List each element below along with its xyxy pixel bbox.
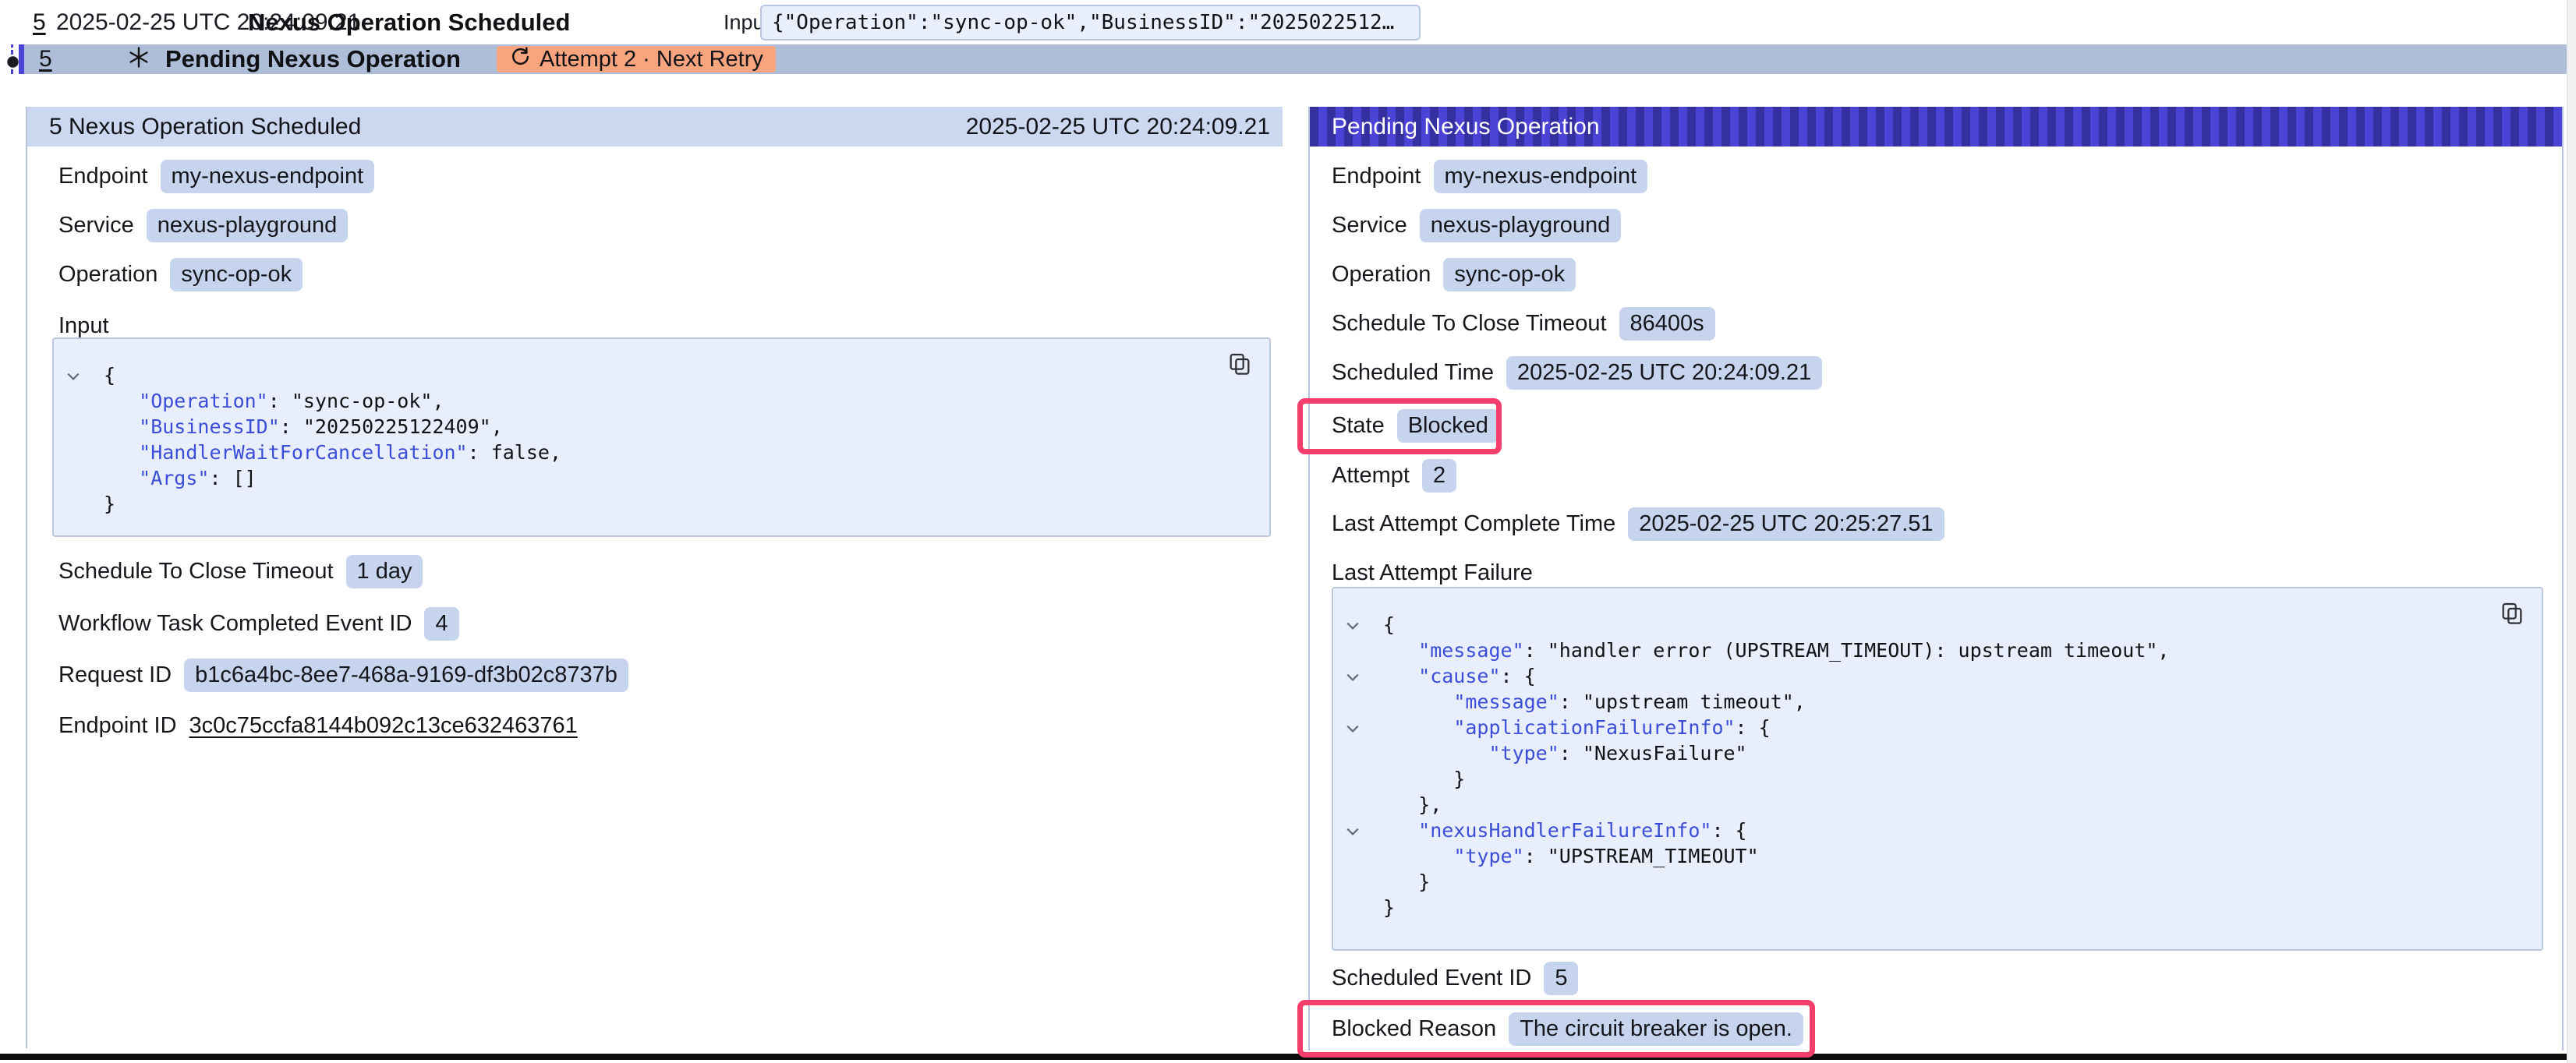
event-id-link[interactable]: 5 xyxy=(39,46,52,72)
state-value-badge: Blocked xyxy=(1397,409,1499,443)
field-schedule-to-close-timeout: Schedule To Close Timeout 86400s xyxy=(1332,305,1715,341)
field-scheduled-event-id: Scheduled Event ID 5 xyxy=(1332,960,1578,996)
field-label: Operation xyxy=(58,262,157,288)
field-label: Service xyxy=(58,213,134,238)
field-blocked-reason: Blocked Reason The circuit breaker is op… xyxy=(1332,1011,1803,1047)
viewport-bottom-border xyxy=(0,1054,2576,1060)
field-value-badge: 4 xyxy=(424,607,458,641)
field-request-id: Request ID b1c6a4bc-8ee7-468a-9169-df3b0… xyxy=(58,657,628,693)
retry-icon xyxy=(509,46,530,73)
collapse-chevron-icon[interactable] xyxy=(66,371,80,380)
attempt-retry-label: Attempt 2 · Next Retry xyxy=(540,47,763,72)
timeline-dashed-connector xyxy=(11,69,13,74)
field-label: Last Attempt Failure xyxy=(1332,560,1533,586)
event-row-pending-nexus-operation[interactable]: 5 Pending Nexus Operation Attempt 2 · Ne… xyxy=(24,44,2567,74)
field-service: Service nexus-playground xyxy=(1332,207,1621,243)
field-value-badge: 2 xyxy=(1422,459,1456,493)
field-value-badge: nexus-playground xyxy=(147,209,349,242)
field-workflow-task-completed-event-id: Workflow Task Completed Event ID 4 xyxy=(58,606,459,641)
scheduled-event-detail-panel: 5 Nexus Operation Scheduled 2025-02-25 U… xyxy=(26,107,1283,1048)
field-operation: Operation sync-op-ok xyxy=(58,256,303,292)
field-label: Last Attempt Complete Time xyxy=(1332,511,1615,537)
collapse-chevron-icon[interactable] xyxy=(1346,620,1360,630)
endpoint-id-link[interactable]: 3c0c75ccfa8144b092c13ce632463761 xyxy=(189,713,578,739)
field-value-badge: 2025-02-25 UTC 20:24:09.21 xyxy=(1506,356,1822,390)
failure-json-code-block: { "message": "handler error (UPSTREAM_TI… xyxy=(1332,587,2543,951)
event-row-nexus-operation-scheduled[interactable]: 5 2025-02-25 UTC 20:24:09.21 Nexus Opera… xyxy=(0,0,2576,44)
field-label: Endpoint xyxy=(58,164,148,189)
pending-panel-header: Pending Nexus Operation xyxy=(1310,107,2562,147)
field-value-badge: b1c6a4bc-8ee7-468a-9169-df3b02c8737b xyxy=(184,659,628,692)
field-attempt: Attempt 2 xyxy=(1332,457,1456,493)
field-label: Endpoint xyxy=(1332,164,1421,189)
scheduled-panel-time: 2025-02-25 UTC 20:24:09.21 xyxy=(966,114,1270,140)
json-text: { "message": "handler error (UPSTREAM_TI… xyxy=(1333,588,2542,936)
field-endpoint: Endpoint my-nexus-endpoint xyxy=(1332,158,1647,194)
field-last-attempt-failure-label: Last Attempt Failure xyxy=(1332,555,1533,591)
scheduled-panel-title: 5 Nexus Operation Scheduled xyxy=(49,114,361,140)
collapse-chevron-icon[interactable] xyxy=(1346,723,1360,733)
event-id-link[interactable]: 5 xyxy=(33,9,46,36)
page-scrollbar[interactable] xyxy=(2567,0,2576,1063)
blocked-reason-value-badge: The circuit breaker is open. xyxy=(1509,1012,1803,1046)
field-label: Attempt xyxy=(1332,463,1410,489)
json-text: { "Operation": "sync-op-ok", "BusinessID… xyxy=(54,339,1269,532)
field-value-badge: 5 xyxy=(1544,962,1578,995)
field-last-attempt-complete-time: Last Attempt Complete Time 2025-02-25 UT… xyxy=(1332,506,1944,542)
temporal-event-history-screen: 5 2025-02-25 UTC 20:24:09.21 Nexus Opera… xyxy=(0,0,2576,1063)
field-label: Service xyxy=(1332,213,1407,238)
field-state: State Blocked xyxy=(1332,408,1499,443)
field-label: Scheduled Time xyxy=(1332,360,1494,386)
field-value-badge: nexus-playground xyxy=(1420,209,1622,242)
field-label: Endpoint ID xyxy=(58,713,177,739)
scheduled-panel-header: 5 Nexus Operation Scheduled 2025-02-25 U… xyxy=(27,107,1283,147)
field-label: Scheduled Event ID xyxy=(1332,966,1531,991)
field-value-badge: my-nexus-endpoint xyxy=(161,160,375,193)
field-label: Operation xyxy=(1332,262,1431,288)
copy-button[interactable] xyxy=(2500,601,2525,626)
field-value-badge: 1 day xyxy=(346,555,423,588)
collapse-chevron-icon[interactable] xyxy=(1346,826,1360,835)
pending-panel-title: Pending Nexus Operation xyxy=(1332,114,1600,140)
field-scheduled-time: Scheduled Time 2025-02-25 UTC 20:24:09.2… xyxy=(1332,355,1822,390)
field-endpoint-id: Endpoint ID 3c0c75ccfa8144b092c13ce63246… xyxy=(58,708,578,743)
field-value-badge: sync-op-ok xyxy=(170,258,303,291)
field-label: State xyxy=(1332,413,1385,439)
field-service: Service nexus-playground xyxy=(58,207,348,243)
field-schedule-to-close-timeout: Schedule To Close Timeout 1 day xyxy=(58,553,423,589)
copy-button[interactable] xyxy=(1227,351,1252,376)
collapse-chevron-icon[interactable] xyxy=(1346,672,1360,681)
pending-operation-title: Pending Nexus Operation xyxy=(165,45,461,73)
field-label: Request ID xyxy=(58,662,172,688)
field-label: Input xyxy=(58,313,109,339)
event-title: Nexus Operation Scheduled xyxy=(248,9,570,37)
field-value-badge: 86400s xyxy=(1619,307,1715,341)
input-preview-chip[interactable]: {"Operation":"sync-op-ok","BusinessID":"… xyxy=(760,5,1421,41)
field-label: Workflow Task Completed Event ID xyxy=(58,611,412,637)
field-label: Blocked Reason xyxy=(1332,1016,1496,1042)
field-operation: Operation sync-op-ok xyxy=(1332,256,1576,292)
field-value-badge: sync-op-ok xyxy=(1443,258,1576,291)
field-label: Schedule To Close Timeout xyxy=(1332,311,1607,337)
field-label: Schedule To Close Timeout xyxy=(58,559,334,584)
pending-operation-detail-panel: Pending Nexus Operation Endpoint my-nexu… xyxy=(1308,107,2564,1051)
input-json-code-block: { "Operation": "sync-op-ok", "BusinessID… xyxy=(52,337,1271,537)
asterisk-icon xyxy=(127,46,150,73)
field-endpoint: Endpoint my-nexus-endpoint xyxy=(58,158,374,194)
field-value-badge: 2025-02-25 UTC 20:25:27.51 xyxy=(1628,507,1944,541)
field-value-badge: my-nexus-endpoint xyxy=(1434,160,1648,193)
attempt-retry-badge: Attempt 2 · Next Retry xyxy=(497,46,776,72)
